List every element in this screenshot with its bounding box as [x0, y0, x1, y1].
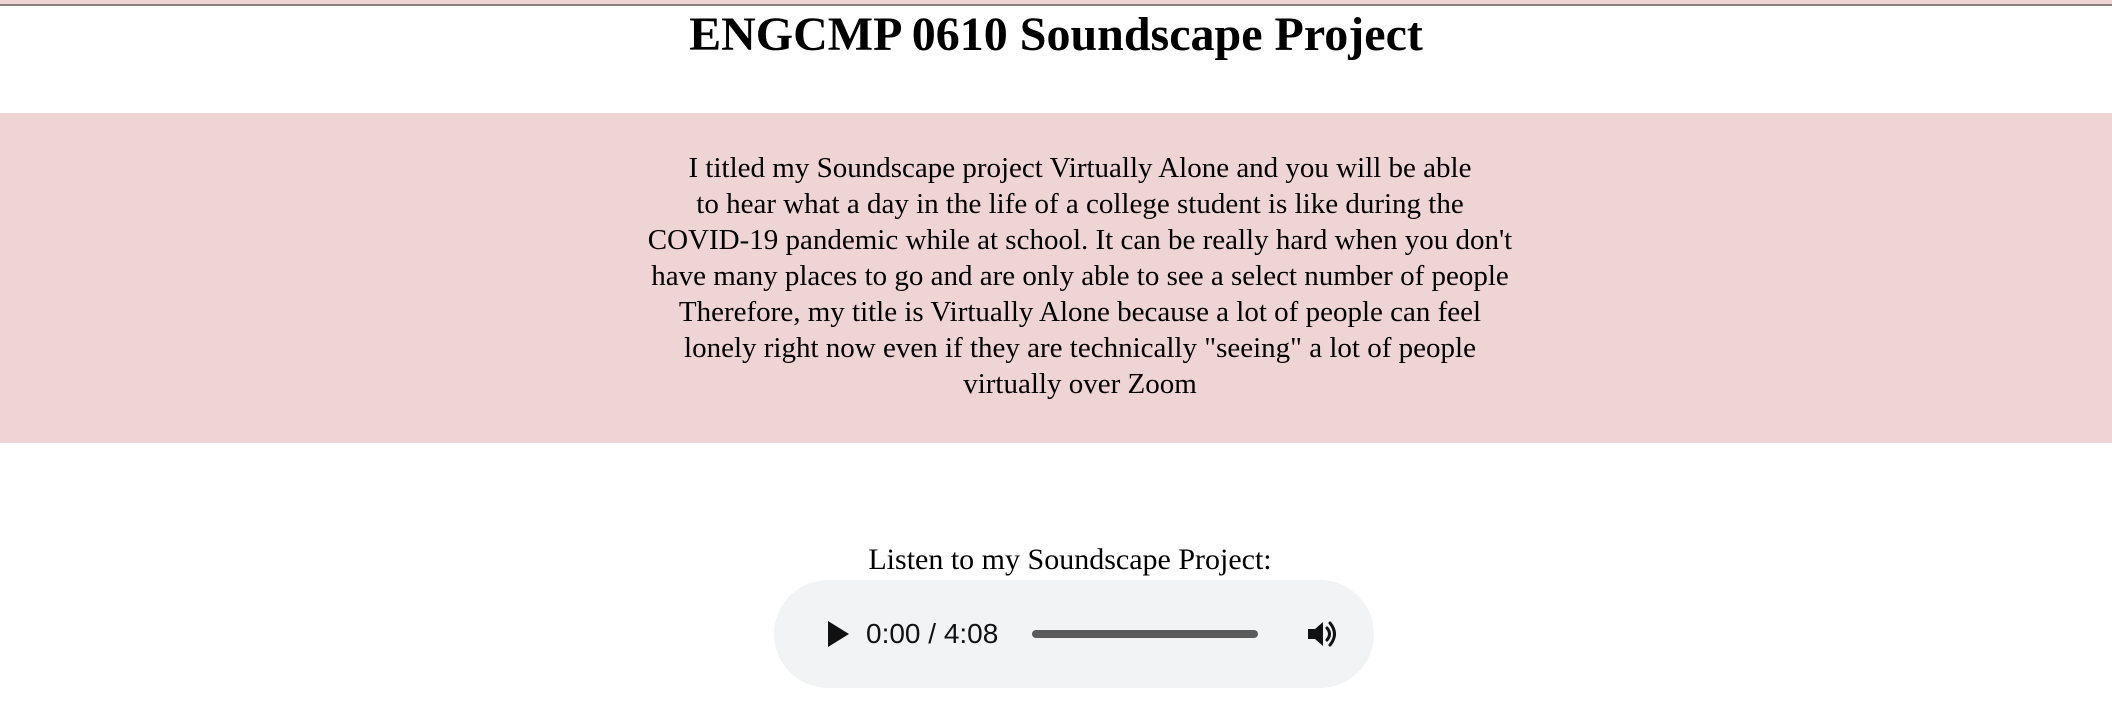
play-icon: [828, 621, 849, 647]
listen-label: Listen to my Soundscape Project:: [868, 543, 1272, 576]
volume-icon: [1308, 621, 1336, 647]
page-title: ENGCMP 0610 Soundscape Project: [689, 8, 1423, 61]
top-border: [0, 0, 2112, 6]
progress-slider[interactable]: [1032, 630, 1258, 638]
intro-paragraph: I titled my Soundscape project Virtually…: [647, 152, 1513, 400]
volume-button[interactable]: [1302, 614, 1342, 654]
audio-player: 0:00 / 4:08: [774, 580, 1374, 688]
play-button[interactable]: [818, 614, 858, 654]
time-readout: 0:00 / 4:08: [866, 618, 999, 649]
